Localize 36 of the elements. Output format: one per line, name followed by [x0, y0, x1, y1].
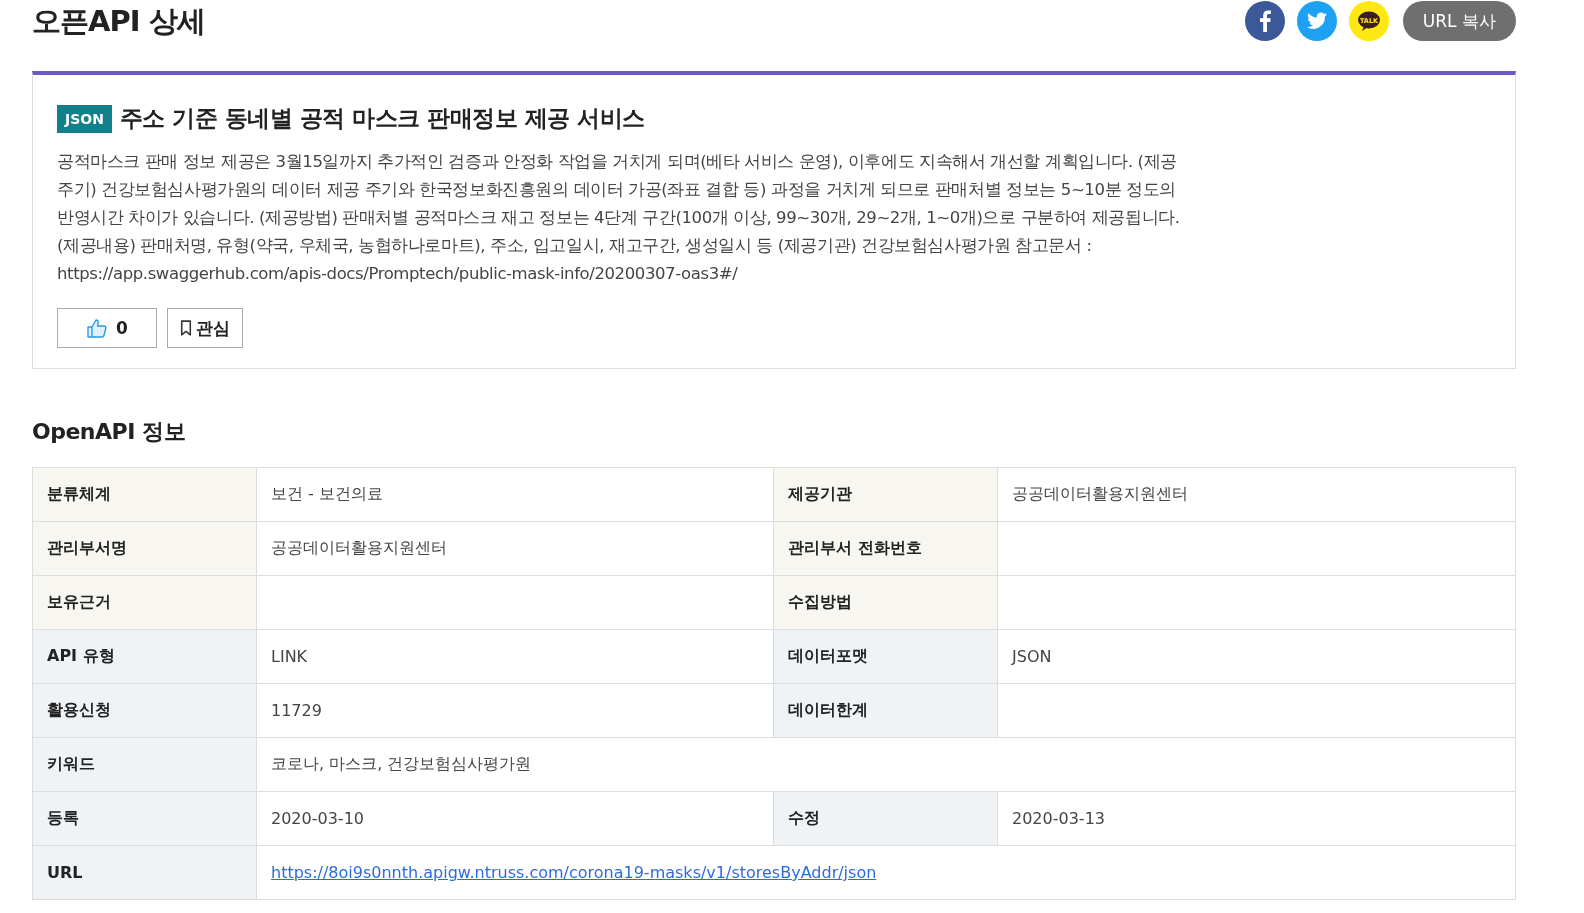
page-title: 오픈API 상세: [32, 3, 205, 40]
table-header-cell: 키워드: [32, 738, 256, 792]
table-cell: LINK: [256, 630, 773, 684]
facebook-icon[interactable]: [1244, 1, 1285, 41]
table-cell: 보건 - 보건의료: [256, 468, 773, 522]
copy-url-button[interactable]: URL 복사: [1402, 1, 1516, 41]
table-header-cell: URL: [32, 846, 256, 900]
section-title: OpenAPI 정보: [32, 418, 187, 446]
table-cell: 공공데이터활용지원센터: [256, 522, 773, 576]
table-header-cell: 데이터한계: [773, 684, 997, 738]
table-header-cell: 활용신청: [32, 684, 256, 738]
table-cell: 공공데이터활용지원센터: [997, 468, 1515, 522]
table-header-cell: 관리부서명: [32, 522, 256, 576]
service-title: 주소 기준 동네별 공적 마스크 판매정보 제공 서비스: [119, 104, 645, 133]
table-header-cell: 수정: [773, 792, 997, 846]
table-cell: 코로나, 마스크, 건강보험심사평가원: [256, 738, 1515, 792]
table-header-cell: 분류체계: [32, 468, 256, 522]
table-cell: 2020-03-10: [256, 792, 773, 846]
table-header-cell: 등록: [32, 792, 256, 846]
table-cell: 2020-03-13: [997, 792, 1515, 846]
table-header-cell: API 유형: [32, 630, 256, 684]
service-description: 공적마스크 판매 정보 제공은 3월15일까지 추가적인 검증과 안정화 작업을 거치게 되며(베타 서비스 운영), 이후에도 지속해서 개선할 계획입니다. (제공주기) 건강보험심사평가원의 데이터 제공 주기와 한국정보화진흥원의 데이터 가공(좌표 결합 등) 과정을 거치게 되므로 판매처별 정보는 5~10분 정도의 반영시간 차이가 있습니다. (제공방법) 판매처별 공적마스크 재고 정보는 4단계 구간(100개 이상, 99~30개, 29~2개, 1~0개)으로 구분하여 제공됩니다. (제공내용) 판매처명, 유형(약국, 우체국, 농협하나로마트), 주소, 입고일시, 재고구간, 생성일시 등 (제공기관) 건강보험심사평가원 참고문서 : https://app.swaggerhub.com/apis-docs/Promptech/public-mask-info/20200307-oas3#/: [57, 151, 1181, 285]
format-badge: JSON: [57, 104, 112, 133]
table-header-cell: 관리부서 전화번호: [773, 522, 997, 576]
table-header-cell: 수집방법: [773, 576, 997, 630]
table-cell: 11729: [256, 684, 773, 738]
table-header-cell: 보유근거: [32, 576, 256, 630]
twitter-icon[interactable]: [1296, 1, 1337, 41]
bookmark-button[interactable]: 관심: [167, 308, 243, 348]
table-header-cell: 데이터포맷: [773, 630, 997, 684]
table-cell: JSON: [997, 630, 1515, 684]
url-link[interactable]: https://8oi9s0nnth.apigw.ntruss.com/corona19-masks/v1/storesByAddr/json: [271, 863, 877, 882]
thumbs-up-icon: [86, 317, 109, 339]
table-header-cell: 제공기관: [773, 468, 997, 522]
bookmark-icon: [180, 319, 192, 337]
like-button[interactable]: 0: [57, 308, 157, 348]
